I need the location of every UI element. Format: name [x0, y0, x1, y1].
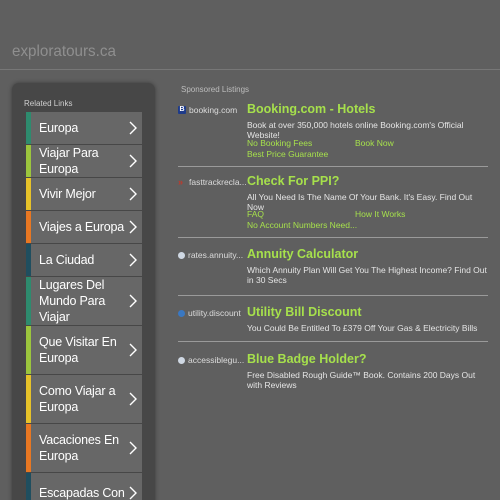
listing-sublink[interactable]: How It Works	[355, 209, 405, 219]
listing-sublink[interactable]: FAQ	[247, 209, 264, 219]
listing-description: Which Annuity Plan Will Get You The High…	[247, 265, 487, 285]
sidebar-item-la-ciudad[interactable]: La Ciudad	[26, 244, 142, 276]
utility-icon	[178, 309, 185, 317]
listing-source[interactable]: rates.annuity...	[178, 250, 243, 260]
chevron-right-icon	[128, 441, 138, 455]
sidebar-item-escapadas-con[interactable]: Escapadas Con	[26, 473, 142, 500]
sponsored-heading: Sponsored Listings	[181, 85, 250, 94]
sidebar-item-label: Como Viajar a Europa	[39, 384, 116, 414]
listing-divider	[178, 166, 488, 167]
listing-source-domain: accessiblegu...	[188, 355, 245, 365]
listing-sublink[interactable]: No Booking Fees	[247, 138, 312, 148]
listing-source-domain: booking.com	[189, 105, 238, 115]
chevron-right-icon	[128, 486, 138, 500]
listing-source-domain: rates.annuity...	[188, 250, 244, 260]
listing-source[interactable]: accessiblegu...	[178, 355, 244, 365]
sidebar-item-que-visitar-en-europa[interactable]: Que Visitar En Europa	[26, 326, 142, 374]
header: exploratours.ca	[0, 0, 500, 70]
listing-title[interactable]: Annuity Calculator	[247, 247, 358, 261]
sidebar-item-lugares-del-mundo[interactable]: Lugares Del Mundo Para Viajar	[26, 277, 142, 325]
sidebar-item-como-viajar-a-europa[interactable]: Como Viajar a Europa	[26, 375, 142, 423]
sidebar-item-label: Que Visitar En Europa	[39, 335, 117, 365]
listing-source[interactable]: » fasttrackrecla...	[178, 177, 247, 187]
listing-divider	[178, 295, 488, 296]
sidebar-item-label: La Ciudad	[39, 253, 95, 267]
chevron-right-icon	[128, 121, 138, 135]
sidebar-item-vacaciones-en-europa[interactable]: Vacaciones En Europa	[26, 424, 142, 472]
sidebar-item-vivir-mejor[interactable]: Vivir Mejor	[26, 178, 142, 210]
chevron-right-icon	[128, 220, 138, 234]
chevron-right-icon	[128, 294, 138, 308]
listing-divider	[178, 237, 488, 238]
listing-title[interactable]: Blue Badge Holder?	[247, 352, 366, 366]
site-title[interactable]: exploratours.ca	[12, 43, 116, 61]
chevron-right-icon	[128, 187, 138, 201]
listing-description: Free Disabled Rough Guide™ Book. Contain…	[247, 370, 476, 390]
chevron-right-icon	[128, 343, 138, 357]
sidebar-item-label: Vacaciones En Europa	[39, 433, 119, 463]
sidebar-item-label: Vivir Mejor	[39, 187, 96, 201]
chevron-right-icon	[128, 154, 138, 168]
listing-source-domain: fasttrackrecla...	[189, 177, 247, 187]
listing-sublink[interactable]: Book Now	[355, 138, 394, 148]
chevron-right-icon	[128, 253, 138, 267]
sidebar-item-label: Viajar Para Europa	[39, 146, 99, 176]
related-links-sidebar: Related Links Europa Viajar Para Europa …	[12, 83, 155, 500]
booking-icon: B	[178, 106, 186, 114]
listing-title[interactable]: Utility Bill Discount	[247, 305, 362, 319]
listing-divider	[178, 341, 488, 342]
chevron-right-icon	[128, 392, 138, 406]
listing-sublink[interactable]: Best Price Guarantee	[247, 149, 328, 159]
listing-source-domain: utility.discount	[188, 308, 241, 318]
listing-sublink[interactable]: No Account Numbers Need...	[247, 220, 357, 230]
sidebar-item-label: Lugares Del Mundo Para Viajar	[39, 278, 106, 324]
listing-source[interactable]: utility.discount	[178, 308, 241, 318]
globe-icon	[178, 356, 185, 364]
sidebar-item-label: Escapadas Con	[39, 486, 125, 500]
related-links-list: Europa Viajar Para Europa Vivir Mejor Vi…	[26, 112, 142, 500]
sidebar-item-label: Europa	[39, 121, 79, 135]
listing-title[interactable]: Check For PPI?	[247, 174, 339, 188]
globe-icon	[178, 251, 185, 259]
listing-title[interactable]: Booking.com - Hotels	[247, 102, 375, 116]
fasttrack-icon: »	[178, 177, 184, 187]
sidebar-item-europa[interactable]: Europa	[26, 112, 142, 144]
sidebar-item-label: Viajes a Europa	[39, 220, 125, 234]
listing-description: You Could Be Entitled To £379 Off Your G…	[247, 323, 478, 333]
sidebar-item-viajar-para-europa[interactable]: Viajar Para Europa	[26, 145, 142, 177]
listing-source[interactable]: B booking.com	[178, 105, 237, 115]
listing-description: Book at over 350,000 hotels online Booki…	[247, 120, 464, 140]
sidebar-item-viajes-a-europa[interactable]: Viajes a Europa	[26, 211, 142, 243]
sidebar-heading: Related Links	[24, 99, 73, 108]
